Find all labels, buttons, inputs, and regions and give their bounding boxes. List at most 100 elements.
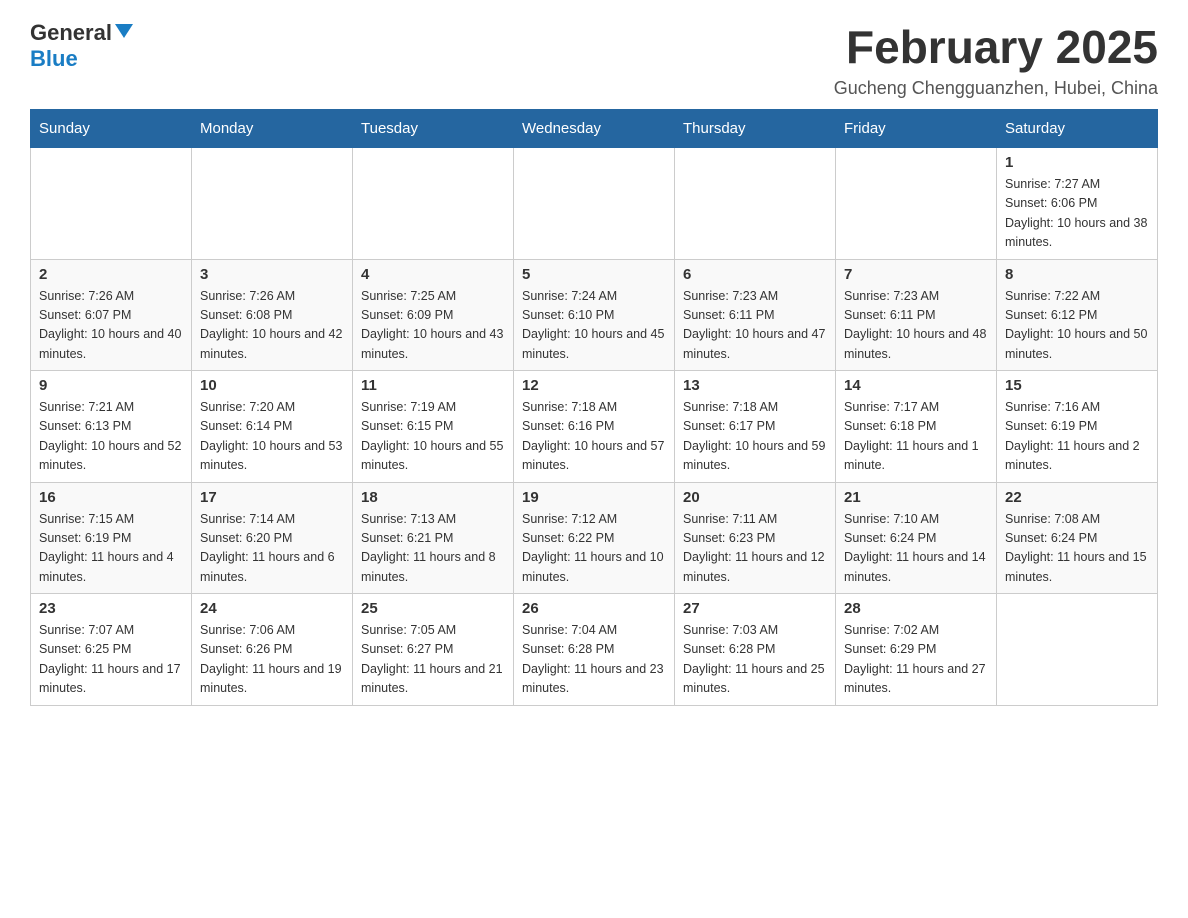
day-info: Sunrise: 7:20 AMSunset: 6:14 PMDaylight:… bbox=[200, 398, 344, 476]
calendar-cell: 8 Sunrise: 7:22 AMSunset: 6:12 PMDaylight… bbox=[997, 259, 1158, 371]
day-number: 23 bbox=[39, 600, 183, 617]
day-info: Sunrise: 7:05 AMSunset: 6:27 PMDaylight:… bbox=[361, 621, 505, 699]
calendar-header-tuesday: Tuesday bbox=[353, 110, 514, 148]
day-number: 18 bbox=[361, 489, 505, 506]
day-info: Sunrise: 7:18 AMSunset: 6:16 PMDaylight:… bbox=[522, 398, 666, 476]
calendar-cell: 7 Sunrise: 7:23 AMSunset: 6:11 PMDaylight… bbox=[836, 259, 997, 371]
day-number: 25 bbox=[361, 600, 505, 617]
day-number: 24 bbox=[200, 600, 344, 617]
day-number: 2 bbox=[39, 266, 183, 283]
day-info: Sunrise: 7:17 AMSunset: 6:18 PMDaylight:… bbox=[844, 398, 988, 476]
calendar-cell: 10 Sunrise: 7:20 AMSunset: 6:14 PMDayligh… bbox=[192, 371, 353, 483]
calendar-cell: 26 Sunrise: 7:04 AMSunset: 6:28 PMDayligh… bbox=[514, 594, 675, 706]
day-number: 7 bbox=[844, 266, 988, 283]
calendar-header-saturday: Saturday bbox=[997, 110, 1158, 148]
calendar-header-thursday: Thursday bbox=[675, 110, 836, 148]
day-info: Sunrise: 7:13 AMSunset: 6:21 PMDaylight:… bbox=[361, 510, 505, 588]
day-number: 17 bbox=[200, 489, 344, 506]
day-info: Sunrise: 7:15 AMSunset: 6:19 PMDaylight:… bbox=[39, 510, 183, 588]
calendar-cell: 16Sunrise: 7:15 AMSunset: 6:19 PMDayligh… bbox=[31, 482, 192, 594]
logo-blue-text: Blue bbox=[30, 46, 78, 72]
day-info: Sunrise: 7:26 AMSunset: 6:07 PMDaylight:… bbox=[39, 287, 183, 365]
calendar-week-row: 9 Sunrise: 7:21 AMSunset: 6:13 PMDaylight… bbox=[31, 371, 1158, 483]
calendar-cell: 18 Sunrise: 7:13 AMSunset: 6:21 PMDayligh… bbox=[353, 482, 514, 594]
day-number: 14 bbox=[844, 377, 988, 394]
day-info: Sunrise: 7:08 AMSunset: 6:24 PMDaylight:… bbox=[1005, 510, 1149, 588]
calendar-week-row: 2 Sunrise: 7:26 AMSunset: 6:07 PMDaylight… bbox=[31, 259, 1158, 371]
calendar-cell bbox=[514, 148, 675, 260]
month-title: February 2025 bbox=[834, 20, 1158, 74]
calendar-cell: 3Sunrise: 7:26 AMSunset: 6:08 PMDaylight… bbox=[192, 259, 353, 371]
calendar-header-row: SundayMondayTuesdayWednesdayThursdayFrid… bbox=[31, 110, 1158, 148]
calendar-cell: 28Sunrise: 7:02 AMSunset: 6:29 PMDayligh… bbox=[836, 594, 997, 706]
calendar-header-monday: Monday bbox=[192, 110, 353, 148]
day-number: 12 bbox=[522, 377, 666, 394]
day-number: 4 bbox=[361, 266, 505, 283]
calendar-week-row: 1 Sunrise: 7:27 AMSunset: 6:06 PMDaylight… bbox=[31, 148, 1158, 260]
day-number: 5 bbox=[522, 266, 666, 283]
calendar-week-row: 16Sunrise: 7:15 AMSunset: 6:19 PMDayligh… bbox=[31, 482, 1158, 594]
day-info: Sunrise: 7:10 AMSunset: 6:24 PMDaylight:… bbox=[844, 510, 988, 588]
calendar-cell: 14 Sunrise: 7:17 AMSunset: 6:18 PMDayligh… bbox=[836, 371, 997, 483]
calendar-cell bbox=[353, 148, 514, 260]
calendar-cell: 12 Sunrise: 7:18 AMSunset: 6:16 PMDayligh… bbox=[514, 371, 675, 483]
day-number: 21 bbox=[844, 489, 988, 506]
day-number: 20 bbox=[683, 489, 827, 506]
day-info: Sunrise: 7:22 AMSunset: 6:12 PMDaylight:… bbox=[1005, 287, 1149, 365]
calendar-cell: 21 Sunrise: 7:10 AMSunset: 6:24 PMDayligh… bbox=[836, 482, 997, 594]
day-number: 22 bbox=[1005, 489, 1149, 506]
day-number: 8 bbox=[1005, 266, 1149, 283]
calendar-header-wednesday: Wednesday bbox=[514, 110, 675, 148]
calendar-cell: 1 Sunrise: 7:27 AMSunset: 6:06 PMDaylight… bbox=[997, 148, 1158, 260]
day-info: Sunrise: 7:27 AMSunset: 6:06 PMDaylight:… bbox=[1005, 175, 1149, 253]
day-number: 19 bbox=[522, 489, 666, 506]
day-info: Sunrise: 7:25 AMSunset: 6:09 PMDaylight:… bbox=[361, 287, 505, 365]
day-info: Sunrise: 7:11 AMSunset: 6:23 PMDaylight:… bbox=[683, 510, 827, 588]
calendar-cell: 22 Sunrise: 7:08 AMSunset: 6:24 PMDayligh… bbox=[997, 482, 1158, 594]
day-number: 9 bbox=[39, 377, 183, 394]
day-info: Sunrise: 7:18 AMSunset: 6:17 PMDaylight:… bbox=[683, 398, 827, 476]
day-info: Sunrise: 7:24 AMSunset: 6:10 PMDaylight:… bbox=[522, 287, 666, 365]
day-info: Sunrise: 7:12 AMSunset: 6:22 PMDaylight:… bbox=[522, 510, 666, 588]
day-info: Sunrise: 7:16 AMSunset: 6:19 PMDaylight:… bbox=[1005, 398, 1149, 476]
calendar-cell: 4 Sunrise: 7:25 AMSunset: 6:09 PMDaylight… bbox=[353, 259, 514, 371]
calendar-cell: 2 Sunrise: 7:26 AMSunset: 6:07 PMDaylight… bbox=[31, 259, 192, 371]
day-info: Sunrise: 7:06 AMSunset: 6:26 PMDaylight:… bbox=[200, 621, 344, 699]
calendar-cell: 5 Sunrise: 7:24 AMSunset: 6:10 PMDaylight… bbox=[514, 259, 675, 371]
calendar-table: SundayMondayTuesdayWednesdayThursdayFrid… bbox=[30, 109, 1158, 706]
calendar-cell: 6 Sunrise: 7:23 AMSunset: 6:11 PMDaylight… bbox=[675, 259, 836, 371]
calendar-cell: 13 Sunrise: 7:18 AMSunset: 6:17 PMDayligh… bbox=[675, 371, 836, 483]
calendar-cell: 24 Sunrise: 7:06 AMSunset: 6:26 PMDayligh… bbox=[192, 594, 353, 706]
day-number: 6 bbox=[683, 266, 827, 283]
day-info: Sunrise: 7:19 AMSunset: 6:15 PMDaylight:… bbox=[361, 398, 505, 476]
day-info: Sunrise: 7:14 AMSunset: 6:20 PMDaylight:… bbox=[200, 510, 344, 588]
day-number: 10 bbox=[200, 377, 344, 394]
day-info: Sunrise: 7:23 AMSunset: 6:11 PMDaylight:… bbox=[844, 287, 988, 365]
page-header: General Blue February 2025 Gucheng Cheng… bbox=[30, 20, 1158, 99]
calendar-cell: 25 Sunrise: 7:05 AMSunset: 6:27 PMDayligh… bbox=[353, 594, 514, 706]
day-number: 13 bbox=[683, 377, 827, 394]
calendar-week-row: 23 Sunrise: 7:07 AMSunset: 6:25 PMDayligh… bbox=[31, 594, 1158, 706]
day-info: Sunrise: 7:03 AMSunset: 6:28 PMDaylight:… bbox=[683, 621, 827, 699]
day-number: 15 bbox=[1005, 377, 1149, 394]
logo-arrow-icon bbox=[115, 24, 133, 38]
day-info: Sunrise: 7:23 AMSunset: 6:11 PMDaylight:… bbox=[683, 287, 827, 365]
day-info: Sunrise: 7:26 AMSunset: 6:08 PMDaylight:… bbox=[200, 287, 344, 365]
calendar-cell bbox=[997, 594, 1158, 706]
calendar-cell: 23 Sunrise: 7:07 AMSunset: 6:25 PMDayligh… bbox=[31, 594, 192, 706]
calendar-header-friday: Friday bbox=[836, 110, 997, 148]
calendar-cell bbox=[31, 148, 192, 260]
day-number: 1 bbox=[1005, 154, 1149, 171]
day-info: Sunrise: 7:07 AMSunset: 6:25 PMDaylight:… bbox=[39, 621, 183, 699]
logo: General Blue bbox=[30, 20, 133, 72]
logo-general-text: General bbox=[30, 20, 112, 46]
day-info: Sunrise: 7:04 AMSunset: 6:28 PMDaylight:… bbox=[522, 621, 666, 699]
day-number: 27 bbox=[683, 600, 827, 617]
calendar-cell: 9 Sunrise: 7:21 AMSunset: 6:13 PMDaylight… bbox=[31, 371, 192, 483]
day-info: Sunrise: 7:21 AMSunset: 6:13 PMDaylight:… bbox=[39, 398, 183, 476]
calendar-cell bbox=[836, 148, 997, 260]
calendar-header-sunday: Sunday bbox=[31, 110, 192, 148]
calendar-body: 1 Sunrise: 7:27 AMSunset: 6:06 PMDaylight… bbox=[31, 148, 1158, 706]
day-number: 26 bbox=[522, 600, 666, 617]
calendar-cell bbox=[675, 148, 836, 260]
